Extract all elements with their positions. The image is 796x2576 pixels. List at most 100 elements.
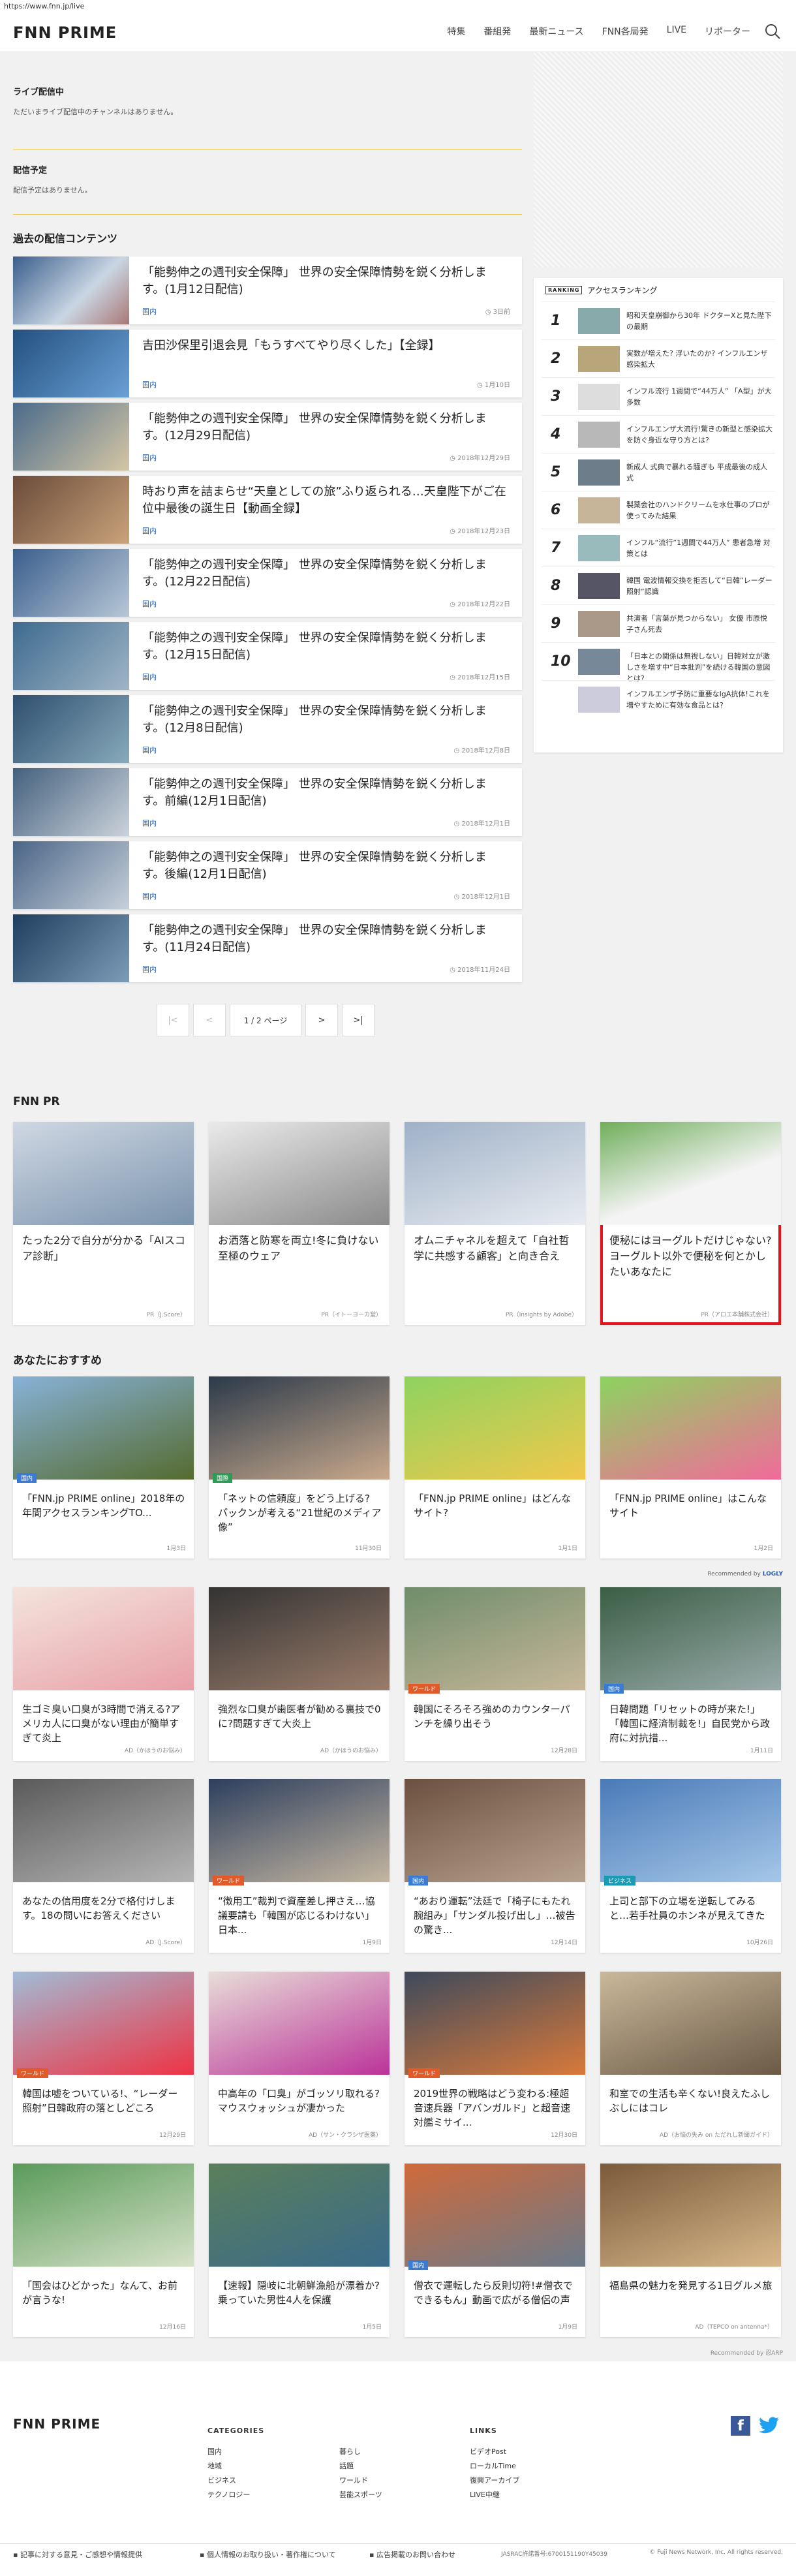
reco-card[interactable]: ワールド 韓国は嘘をついている!、“レーダー照射”日韓政府の落としどころ 12月29… [13, 1972, 194, 2145]
video-thumbnail[interactable] [13, 841, 129, 909]
pr-card[interactable]: オムニチャネルを超えて「自社哲学に共感する顧客」と向き合え PR（Insights… [405, 1122, 585, 1325]
next-page-button[interactable]: > [305, 1004, 338, 1036]
ranking-thumbnail[interactable] [578, 422, 620, 448]
reco-card[interactable]: 福島県の魅力を発見する1日グルメ旅 AD（TEPCO on antenna*） [600, 2164, 781, 2337]
video-thumbnail[interactable] [13, 330, 129, 397]
video-category[interactable]: 国内 [142, 598, 157, 609]
ranking-thumbnail[interactable] [578, 384, 620, 410]
video-category[interactable]: 国内 [142, 379, 157, 390]
video-thumbnail[interactable] [13, 476, 129, 544]
ranking-thumbnail[interactable] [578, 573, 620, 599]
reco-image[interactable] [209, 1587, 390, 1690]
ranking-title[interactable]: インフルエンザ大流行!驚きの新型と感染拡大を防ぐ身近な守り方とは? [626, 424, 773, 446]
reco-title[interactable]: 和室での生活も辛くない!良えたふしぶしにはコレ [609, 2087, 774, 2115]
reco-image[interactable] [600, 1779, 781, 1882]
sidebar-ad[interactable] [534, 52, 783, 268]
video-title[interactable]: 時おり声を詰まらせ“天皇としての旅”ふり返られる…天皇陛下がご在位中最後の誕生日… [142, 484, 508, 518]
nav-item-latest[interactable]: 最新ニュース [529, 25, 583, 38]
video-title[interactable]: 「能勢伸之の週刊安全保障」 世界の安全保障情勢を鋭く分析します。(1月12日配信… [142, 264, 508, 298]
past-content-item[interactable]: 「能勢伸之の週刊安全保障」 世界の安全保障情勢を鋭く分析します。(11月24日配… [13, 914, 522, 982]
video-category[interactable]: 国内 [142, 525, 157, 536]
pr-title[interactable]: オムニチャネルを超えて「自社哲学に共感する顧客」と向き合え [414, 1233, 577, 1264]
ranking-thumbnail[interactable] [578, 649, 620, 675]
reco-card[interactable]: 和室での生活も辛くない!良えたふしぶしにはコレ AD（お悩の失み on ただれし新… [600, 1972, 781, 2145]
url-bar[interactable]: https://www.fnn.jp/live [0, 0, 796, 12]
past-content-item[interactable]: 「能勢伸之の週刊安全保障」 世界の安全保障情勢を鋭く分析します。(12月8日配信… [13, 695, 522, 763]
reco-title[interactable]: 日韓問題「リセットの時が来た!」「韓国に経済制裁を!」自民党から政府に対抗措..… [609, 1702, 774, 1745]
past-content-item[interactable]: 「能勢伸之の週刊安全保障」 世界の安全保障情勢を鋭く分析します。(12月29日配… [13, 403, 522, 471]
reco-title[interactable]: 中高年の「口臭」がゴッソリ取れる?マウスウォッシュが凄かった [218, 2087, 382, 2115]
footer-link[interactable]: 話題 [339, 2459, 382, 2474]
ranking-item[interactable]: 5 新成人 式典で暴れる騒ぎも 平成最後の成人式 [542, 453, 775, 491]
reco-title[interactable]: 「FNN.jp PRIME online」はこんなサイト [609, 1491, 774, 1520]
ranking-thumbnail[interactable] [578, 308, 620, 334]
reco-title[interactable]: 強烈な口臭が歯医者が勧める裏技で0に?問題すぎて大炎上 [218, 1702, 382, 1731]
reco-card[interactable]: 「FNN.jp PRIME online」はこんなサイト 1月2日 [600, 1376, 781, 1559]
footer-link[interactable]: ローカルTime [470, 2459, 519, 2474]
ranking-thumbnail[interactable] [578, 535, 620, 561]
pr-title[interactable]: 便秘にはヨーグルトだけじゃない?ヨーグルト以外で便秘を何とかしたいあなたに [609, 1233, 773, 1280]
past-content-item[interactable]: 「能勢伸之の週刊安全保障」 世界の安全保障情勢を鋭く分析します。(12月22日配… [13, 549, 522, 617]
footer-link[interactable]: テクノロジー [207, 2488, 250, 2502]
ranking-item[interactable]: 7 インフル“流行”1週間で44万人” 患者急増 対策とは [542, 529, 775, 566]
video-title[interactable]: 「能勢伸之の週刊安全保障」 世界の安全保障情勢を鋭く分析します。(12月8日配信… [142, 703, 508, 737]
reco-card[interactable]: 国内 “あおり運転”法廷で「椅子にもたれ腕組み」「サンダル投げ出し」…被告の驚き.… [405, 1779, 585, 1953]
nav-item-live[interactable]: LIVE [667, 25, 686, 38]
footer-link[interactable]: ワールド [339, 2474, 382, 2488]
reco-image[interactable] [600, 1587, 781, 1690]
ranking-title[interactable]: インフル“流行”1週間で44万人” 患者急増 対策とは [626, 537, 773, 559]
footer-link[interactable]: ビジネス [207, 2474, 250, 2488]
facebook-icon[interactable]: f [731, 2416, 750, 2436]
reco-title[interactable]: 僧衣で運転したら反則切符!#僧衣でできるもん」動画で広がる僧侶の声 [414, 2278, 578, 2307]
video-category[interactable]: 国内 [142, 818, 157, 828]
ranking-item[interactable]: インフルエンザ予防に重要なIgA抗体!これを増やすために有効な食品とは? [542, 680, 775, 718]
ranking-title[interactable]: 韓国 電波情報交換を拒否して“日韓”レーダー照射”認識 [626, 575, 773, 597]
ranking-thumbnail[interactable] [578, 346, 620, 372]
pr-image[interactable] [13, 1122, 194, 1225]
reco-image[interactable] [600, 1376, 781, 1480]
ranking-thumbnail[interactable] [578, 459, 620, 486]
video-category[interactable]: 国内 [142, 745, 157, 755]
ranking-item[interactable]: 3 インフル流行 1週間で“44万人” 「A型」が大多数 [542, 377, 775, 415]
footer-link[interactable]: 復興アーカイブ [470, 2474, 519, 2488]
past-content-item[interactable]: 「能勢伸之の週刊安全保障」 世界の安全保障情勢を鋭く分析します。(1月12日配信… [13, 256, 522, 324]
reco-title[interactable]: 2019世界の戦略はどう変わる:極超音速兵器「アバンガルド」と超音速対艦ミサイ.… [414, 2087, 578, 2130]
video-title[interactable]: 「能勢伸之の週刊安全保障」 世界の安全保障情勢を鋭く分析します。(12月15日配… [142, 630, 508, 664]
ranking-item[interactable]: 10 「日本との関係は無視しない」日韓対立が激しさを増す中“日本批判”を続ける韓国… [542, 642, 775, 683]
ranking-item[interactable]: 4 インフルエンザ大流行!驚きの新型と感染拡大を防ぐ身近な守り方とは? [542, 415, 775, 453]
reco-image[interactable] [13, 2164, 194, 2267]
reco-image[interactable] [405, 1972, 585, 2075]
reco-title[interactable]: 「FNN.jp PRIME online」2018年の年間アクセスランキングTO… [22, 1491, 187, 1520]
recommended-by[interactable]: Recommended by LOGLY [13, 1571, 783, 1581]
reco-image[interactable] [13, 1376, 194, 1480]
video-category[interactable]: 国内 [142, 452, 157, 463]
video-title[interactable]: 「能勢伸之の週刊安全保障」 世界の安全保障情勢を鋭く分析します。(11月24日配… [142, 922, 508, 956]
pr-image[interactable] [600, 1122, 781, 1225]
video-category[interactable]: 国内 [142, 891, 157, 901]
video-title[interactable]: 吉田沙保里引退会見「もうすべてやり尽くした」【全録】 [142, 337, 508, 354]
reco-image[interactable] [209, 1779, 390, 1882]
past-content-item[interactable]: 「能勢伸之の週刊安全保障」 世界の安全保障情勢を鋭く分析します。後編(12月1日… [13, 841, 522, 909]
ranking-item[interactable]: 8 韓国 電波情報交換を拒否して“日韓”レーダー照射”認識 [542, 566, 775, 604]
ranking-title[interactable]: 新成人 式典で暴れる騒ぎも 平成最後の成人式 [626, 461, 773, 484]
pr-card[interactable]: お洒落と防寒を両立!冬に負けない至極のウェア PR（イトーヨーカ堂） [209, 1122, 390, 1325]
nav-item-reporter[interactable]: リポーター [705, 25, 750, 38]
reco-title[interactable]: あなたの信用度を2分で格付けします。18の問いにお答えください [22, 1894, 187, 1923]
reco-image[interactable] [13, 1587, 194, 1690]
reco-image[interactable] [13, 1972, 194, 2075]
reco-card[interactable]: ワールド 韓国にそろそろ強めのカウンターパンチを繰り出そう 12月28日 [405, 1587, 585, 1761]
ranking-item[interactable]: 6 製薬会社のハンドクリームを水仕事のプロが使ってみた結果 [542, 491, 775, 529]
twitter-icon[interactable] [758, 2416, 780, 2436]
reco-card[interactable]: 「FNN.jp PRIME online」はどんなサイト? 1月1日 [405, 1376, 585, 1559]
pr-image[interactable] [405, 1122, 585, 1225]
privacy-link[interactable]: ▪ 個人情報のお取り扱い・著作権について [200, 2549, 336, 2560]
feedback-link[interactable]: ▪ 記事に対する意見・ご感想や情報提供 [13, 2549, 142, 2560]
reco-image[interactable] [209, 2164, 390, 2267]
reco-image[interactable] [600, 2164, 781, 2267]
pr-title[interactable]: たった2分で自分が分かる「AIスコア診断」 [22, 1233, 185, 1264]
video-thumbnail[interactable] [13, 768, 129, 836]
prev-page-button[interactable]: < [193, 1004, 226, 1036]
video-category[interactable]: 国内 [142, 672, 157, 682]
reco-title[interactable]: 「FNN.jp PRIME online」はどんなサイト? [414, 1491, 578, 1520]
ranking-item[interactable]: 1 昭和天皇崩御から30年 ドクターXと見た陛下の最期 [542, 302, 775, 339]
